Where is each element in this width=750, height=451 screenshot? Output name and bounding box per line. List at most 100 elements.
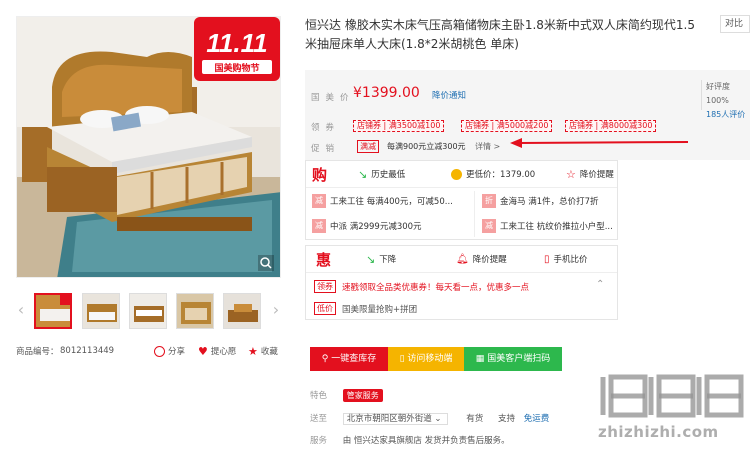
free-shipping-link[interactable]: 免运费 — [524, 414, 550, 424]
chart-down-icon: ↘ — [358, 167, 368, 181]
coupon-3[interactable]: 店铺券 | 满8000减300 — [565, 120, 657, 132]
wishlist-label: 提心愿 — [210, 347, 237, 357]
share-icon — [154, 345, 165, 357]
thumbnail-4[interactable] — [176, 293, 214, 329]
watermark-logo — [600, 374, 744, 418]
qr-icon: ▦ — [475, 354, 485, 364]
history-low-button[interactable]: ↘ 历史最低 — [358, 161, 405, 187]
hui-line-2-text: 国美限量抢购+拼团 — [342, 305, 418, 315]
rating-label: 好评度100% — [706, 82, 730, 105]
coupon-2[interactable]: 店铺券 | 满5000减200 — [461, 120, 553, 132]
price-notice-link[interactable]: 降价通知 — [432, 89, 466, 101]
thumb-next-icon[interactable]: › — [271, 301, 281, 319]
hui-tag-coupon: 领券 — [314, 280, 336, 293]
promo-badge-small: 国美购物节 — [214, 62, 259, 74]
price-remind-label: 降价提醒 — [472, 255, 507, 265]
discount-card: 惠 ↘ 下降 🔔︎ 降价提醒 ▯ 手机比价 领券 速戳领取全品类优惠券！每天看一… — [305, 245, 618, 320]
drop-remind-label: 降价提醒 — [579, 170, 614, 180]
service-text: 由 恒兴达家具旗舰店 发货并负责售后服务。 — [342, 436, 510, 446]
wishlist-button[interactable]: ♥ 提心愿 — [198, 345, 236, 358]
promo-text: 每满900元立减300元 — [387, 142, 466, 151]
scan-app-label: 国美客户端扫码 — [487, 354, 551, 364]
favorite-button[interactable]: ★ 收藏 — [248, 345, 278, 358]
main-product-image[interactable]: 11.11 国美购物节 — [16, 16, 281, 278]
thumbnail-2[interactable] — [82, 293, 120, 329]
sku-label: 商品编号： — [16, 347, 59, 357]
drop-remind-button[interactable]: ☆ 降价提醒 — [566, 161, 614, 187]
coupon-1[interactable]: 店铺券 | 满3500减100 — [353, 120, 445, 132]
thumbnail-1[interactable] — [34, 293, 72, 329]
phone-icon: ▯ — [544, 253, 550, 265]
offer-text: 工来工往 每满400元，可减50... — [330, 197, 453, 207]
address-select[interactable]: 北京市朝阳区朝外街道 ⌄ — [342, 413, 449, 425]
chevron-down-icon: ⌄ — [434, 414, 442, 424]
share-button[interactable]: 分享 — [154, 345, 185, 357]
promo-detail-link[interactable]: 详情 > — [475, 141, 500, 152]
feature-label: 特色 — [310, 391, 328, 401]
price-drop-label: 下降 — [379, 255, 397, 265]
service-label: 服务 — [310, 436, 328, 446]
hui-logo: 惠 — [316, 246, 331, 272]
coupon-label: 领券 — [311, 123, 341, 133]
offer-text: 工来工往 杭纹价推拉小户型... — [500, 222, 613, 232]
price-panel: 国美价 ¥1399.00 降价通知 好评度100% 185人评价 领券 店铺券 … — [305, 70, 750, 160]
gome-logo: 购 — [312, 161, 327, 187]
collapse-icon[interactable]: ⌃ — [596, 279, 604, 290]
hui-line-1[interactable]: 领券 速戳领取全品类优惠券！每天看一点，优惠多一点 ⌃ — [314, 279, 604, 293]
offer-badge: 减 — [482, 219, 496, 233]
thumbnail-strip: ‹ › — [16, 291, 281, 331]
sku-number: 8012113449 — [60, 346, 115, 356]
offer-item[interactable]: 减 工来工往 每满400元，可减50... — [312, 188, 453, 214]
star-outline-icon: ☆ — [566, 167, 576, 181]
offer-item[interactable]: 折 金海马 满1件，总价打7折 — [482, 188, 599, 214]
delivery-row: 送至 北京市朝阳区朝外街道 ⌄ 有货 支持 免运费 — [310, 412, 550, 425]
support-label: 支持 — [497, 414, 515, 424]
lower-price-button[interactable]: 更低价：1379.00 — [451, 161, 535, 187]
promo-badge: 11.11 国美购物节 — [194, 17, 280, 81]
address-text: 北京市朝阳区朝外街道 — [346, 414, 432, 424]
hui-tag-lowprice: 低价 — [314, 302, 336, 315]
thumbnail-3[interactable] — [129, 293, 167, 329]
offer-text: 金海马 满1件，总价打7折 — [500, 197, 599, 207]
zoom-icon[interactable] — [258, 255, 274, 271]
favorite-label: 收藏 — [260, 347, 278, 357]
price-value: ¥1399.00 — [353, 85, 420, 101]
offer-item[interactable]: 减 中派 满2999元减300元 — [312, 213, 422, 239]
price-drop-button[interactable]: ↘ 下降 — [366, 246, 396, 272]
offer-badge: 折 — [482, 194, 496, 208]
history-low-label: 历史最低 — [371, 170, 406, 180]
scan-app-button[interactable]: ▦ 国美客户端扫码 — [464, 347, 562, 371]
product-meta-row: 商品编号： 8012113449 分享 ♥ 提心愿 ★ 收藏 — [16, 344, 286, 358]
coin-icon — [451, 168, 462, 180]
rating-block: 好评度100% 185人评价 — [701, 80, 750, 119]
phone-small-icon: ▯ — [399, 354, 405, 364]
hui-line-2[interactable]: 低价 国美限量抢购+拼团 — [314, 302, 604, 315]
feature-badge[interactable]: 管家服务 — [342, 389, 383, 402]
offer-badge: 减 — [312, 194, 326, 208]
watermark-site: zhizhizhi.com — [598, 423, 719, 441]
share-label: 分享 — [168, 347, 186, 357]
gome-logo-text: 购 — [312, 165, 328, 184]
compare-button[interactable]: 对比 — [720, 15, 750, 33]
offer-item[interactable]: 减 工来工往 杭纹价推拉小户型... — [482, 213, 613, 239]
service-row: 服务 由 恒兴达家具旗舰店 发货并负责售后服务。 — [310, 434, 510, 446]
hui-logo-text: 惠 — [316, 250, 332, 269]
mobile-store-label: 访问移动端 — [407, 354, 453, 364]
thumb-prev-icon[interactable]: ‹ — [16, 301, 26, 319]
mobile-compare-button[interactable]: ▯ 手机比价 — [544, 246, 588, 272]
trend-down-icon: ↘ — [366, 252, 376, 266]
offer-badge: 减 — [312, 219, 326, 233]
hui-line-1-text: 速戳领取全品类优惠券！每天看一点，优惠多一点 — [342, 283, 530, 293]
heart-icon: ♥ — [198, 344, 208, 358]
mobile-store-button[interactable]: ▯ 访问移动端 — [388, 347, 464, 371]
price-label: 国美价 — [311, 93, 355, 103]
thumbnail-5[interactable] — [223, 293, 261, 329]
delivery-label: 送至 — [310, 414, 328, 424]
bell-icon: 🔔︎ — [456, 253, 469, 265]
price-remind-button[interactable]: 🔔︎ 降价提醒 — [456, 246, 507, 272]
reviews-link[interactable]: 185人评价 — [706, 108, 750, 122]
feature-row: 特色 管家服务 — [310, 389, 383, 402]
stock-check-label: 一键查库存 — [331, 354, 377, 364]
stock-status: 有货 — [466, 414, 484, 424]
stock-check-button[interactable]: ⚲ 一键查库存 — [310, 347, 388, 371]
